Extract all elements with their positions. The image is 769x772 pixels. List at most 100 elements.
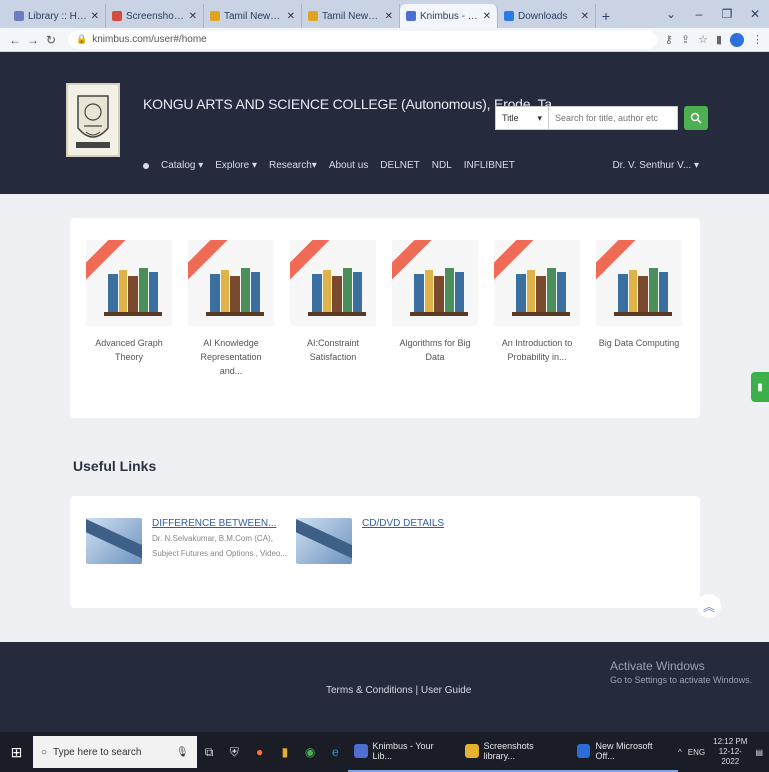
notification-icon[interactable]: ▤ — [755, 748, 763, 757]
word-app-icon — [576, 744, 591, 758]
profile-avatar[interactable] — [730, 32, 744, 47]
windows-start-icon[interactable]: ⊞ — [0, 732, 33, 772]
tab-title: Tamil News Latest To — [224, 10, 284, 22]
tab-search-icon[interactable]: ⌄ — [657, 0, 685, 28]
maximize-button[interactable]: ❐ — [713, 0, 741, 28]
notification-bell-button[interactable]: ▮ — [751, 372, 769, 402]
book-item[interactable]: AI Knowledge Representation and... — [188, 240, 274, 378]
useful-link-item[interactable]: DIFFERENCE BETWEEN... Dr. N.Selvakumar, … — [86, 518, 287, 564]
url-field[interactable]: 🔒 knimbus.com/user#/home — [68, 30, 657, 49]
search-button[interactable] — [684, 106, 708, 130]
clock-date: 12-12-2022 — [718, 747, 742, 766]
book-cover — [494, 240, 580, 326]
more-menu-icon[interactable]: ⋮ — [752, 33, 763, 46]
reload-icon[interactable]: ↻ — [42, 33, 60, 47]
link-thumbnail — [86, 518, 142, 564]
link-title[interactable]: DIFFERENCE BETWEEN... — [152, 518, 287, 529]
site-header: KONGU ARTS AND SCIENCE COLLEGE (Autonomo… — [0, 52, 769, 194]
link-title[interactable]: CD/DVD DETAILS — [362, 518, 444, 529]
chrome-app-icon — [353, 744, 368, 758]
task-view-icon[interactable]: ⧉ — [197, 732, 222, 772]
close-window-button[interactable]: ✕ — [741, 0, 769, 28]
book-item[interactable]: An Introduction to Probability in... — [494, 240, 580, 364]
edge-icon[interactable]: e — [323, 732, 348, 772]
menu-item-delnet[interactable]: DELNET — [380, 160, 419, 171]
useful-link-item[interactable]: CD/DVD DETAILS — [296, 518, 444, 564]
book-item[interactable]: Advanced Graph Theory — [86, 240, 172, 364]
new-tab-button[interactable]: + — [596, 4, 616, 28]
tab-title: Library :: Home Page — [28, 10, 88, 22]
search-scope-select[interactable]: Title ▾ — [495, 106, 549, 130]
tab-title: Screenshots - mg — [126, 10, 186, 22]
address-bar-row: ← → ↻ 🔒 knimbus.com/user#/home ⚷ ⇪ ☆ ▮ ⋮ — [0, 28, 769, 52]
chevron-down-icon: ▾ — [537, 112, 542, 123]
tab-close-icon[interactable]: ✕ — [91, 11, 99, 22]
book-item[interactable]: Algorithms for Big Data — [392, 240, 478, 364]
taskbar-app[interactable]: Screenshots library... — [459, 732, 571, 772]
book-title: Advanced Graph Theory — [95, 338, 163, 362]
screen: Library :: Home Page✕ Screenshots - mg✕ … — [0, 0, 769, 772]
file-explorer-icon[interactable]: ▮ — [272, 732, 297, 772]
tab-favicon — [14, 11, 24, 21]
share-icon[interactable]: ⇪ — [681, 33, 690, 46]
taskbar-app[interactable]: Knimbus - Your Lib... — [347, 732, 460, 772]
home-icon[interactable] — [143, 162, 149, 169]
taskbar-search-box[interactable]: ○ Type here to search 🎙 — [33, 736, 197, 768]
book-item[interactable]: AI:Constraint Satisfaction — [290, 240, 376, 364]
menu-item-inflibnet[interactable]: INFLIBNET — [464, 160, 515, 171]
tab-close-icon[interactable]: ✕ — [483, 11, 491, 22]
key-icon[interactable]: ⚷ — [665, 33, 673, 46]
site-footer: Terms & Conditions | User Guide Activate… — [0, 642, 769, 732]
tab-title: Downloads — [518, 10, 568, 22]
back-arrow-icon[interactable]: ← — [6, 33, 24, 47]
college-logo[interactable] — [66, 83, 120, 157]
windows-taskbar: ⊞ ○ Type here to search 🎙 ⧉ ⛨ ● ▮ ◉ e Kn… — [0, 732, 769, 772]
shield-icon[interactable]: ⛨ — [222, 732, 247, 772]
search-icon — [690, 112, 702, 124]
minimize-button[interactable]: – — [685, 0, 713, 28]
download-icon — [504, 11, 514, 21]
link-thumbnail — [296, 518, 352, 564]
browser-tab[interactable]: Tamil News Latest To✕ — [204, 4, 302, 28]
tab-close-icon[interactable]: ✕ — [287, 11, 295, 22]
tab-close-icon[interactable]: ✕ — [581, 11, 589, 22]
user-menu[interactable]: Dr. V. Senthur V... ▾ — [612, 160, 699, 171]
menu-item-explore[interactable]: Explore ▾ — [215, 160, 257, 171]
book-item[interactable]: Big Data Computing — [596, 240, 682, 350]
browser-tab[interactable]: Downloads ✕ — [498, 4, 596, 28]
scroll-to-top-button[interactable]: ︽ — [697, 594, 721, 618]
chrome-icon[interactable]: ◉ — [298, 732, 323, 772]
link-text: CD/DVD DETAILS — [362, 518, 444, 564]
search-scope-value: Title — [502, 113, 519, 123]
tab-close-icon[interactable]: ✕ — [385, 11, 393, 22]
browser-tab[interactable]: Library :: Home Page✕ — [8, 4, 106, 28]
clock[interactable]: 12:12 PM 12-12-2022 — [711, 737, 749, 767]
firefox-icon[interactable]: ● — [247, 732, 272, 772]
book-title: Big Data Computing — [598, 338, 680, 348]
activate-title: Activate Windows — [610, 659, 705, 673]
search-input[interactable] — [549, 106, 678, 130]
college-emblem-icon — [76, 95, 110, 148]
footer-links[interactable]: Terms & Conditions | User Guide — [326, 685, 471, 696]
microphone-icon[interactable]: 🎙 — [176, 747, 189, 758]
language-indicator[interactable]: ENG — [688, 748, 705, 757]
book-title: AI:Constraint Satisfaction — [306, 338, 360, 362]
taskbar-app[interactable]: New Microsoft Off... — [570, 732, 678, 772]
window-controls: ⌄ – ❐ ✕ — [657, 0, 769, 28]
browser-tab[interactable]: Tamil News | Online✕ — [302, 4, 400, 28]
tab-close-icon[interactable]: ✕ — [189, 11, 197, 22]
browser-tab-active[interactable]: Knimbus - Your Libr✕ — [400, 4, 498, 28]
forward-arrow-icon[interactable]: → — [24, 33, 42, 47]
bookmark-star-icon[interactable]: ☆ — [698, 33, 708, 46]
browser-tab[interactable]: Screenshots - mg✕ — [106, 4, 204, 28]
useful-links-card: DIFFERENCE BETWEEN... Dr. N.Selvakumar, … — [70, 496, 700, 608]
tray-chevron-up-icon[interactable]: ^ — [678, 748, 682, 757]
menu-item-catalog[interactable]: Catalog ▾ — [161, 160, 203, 171]
book-title: Algorithms for Big Data — [399, 338, 471, 362]
sidebar-icon[interactable]: ▮ — [716, 33, 722, 46]
system-tray: ^ ENG 12:12 PM 12-12-2022 ▤ — [678, 737, 769, 767]
menu-item-about[interactable]: About us — [329, 160, 368, 171]
menu-item-ndl[interactable]: NDL — [432, 160, 452, 171]
menu-item-research[interactable]: Research▾ — [269, 160, 317, 171]
clock-time: 12:12 PM — [713, 737, 748, 746]
